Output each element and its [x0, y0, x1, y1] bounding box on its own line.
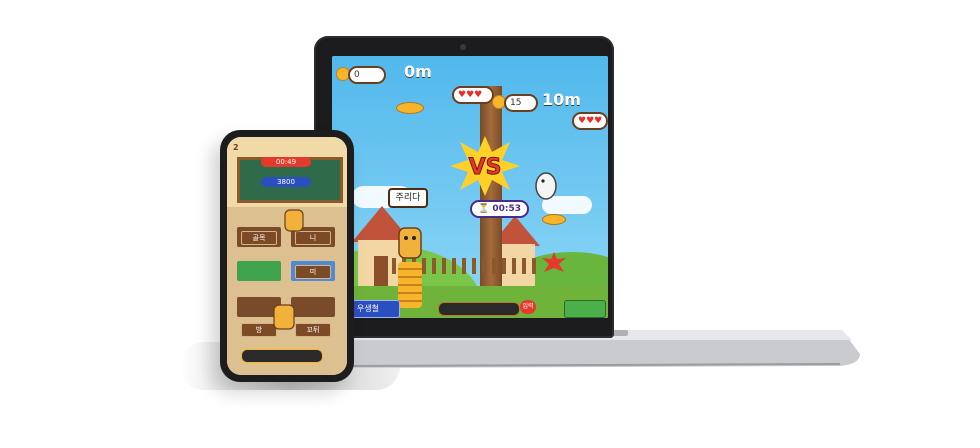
- vs-burst: VS: [450, 136, 520, 196]
- timer-text: 00:53: [492, 204, 522, 214]
- phone-game-screen[interactable]: 2 00:49 3800 골목 니 미 방 꼬뒤: [227, 137, 347, 375]
- p2-hearts: ♥♥♥: [572, 112, 608, 130]
- heart-icon: ♥♥♥: [458, 90, 483, 100]
- speech-bubble: 주리다: [388, 188, 428, 208]
- p2-distance: 10m: [542, 90, 581, 109]
- score-bottom-bar: 3800: [261, 177, 311, 187]
- opponent-red-item: [542, 252, 566, 272]
- coin-stack: [398, 262, 422, 308]
- round-timer: ⏳ 00:53: [470, 200, 530, 218]
- top-left-number: 2: [233, 143, 239, 152]
- desk: [291, 297, 335, 317]
- desk-label[interactable]: 골목: [241, 231, 277, 245]
- score-top-bar: 00:49: [261, 157, 311, 167]
- student-character: [273, 304, 295, 330]
- p1-hearts: ♥♥♥: [452, 86, 494, 104]
- player-character: [398, 227, 422, 259]
- p1-distance: 0m: [404, 62, 432, 81]
- opponent-bird: [535, 172, 557, 200]
- vs-label: VS: [469, 155, 502, 180]
- desk-label[interactable]: 미: [295, 265, 331, 279]
- p1-coin-count: 0: [348, 66, 386, 84]
- gold-coin-pile: [542, 214, 566, 225]
- student-character: [284, 209, 304, 232]
- laptop-camera: [460, 44, 466, 50]
- laptop-game-screen[interactable]: 0 0m ♥♥♥ 15 10m ♥♥♥ VS 주리다 ⏳ 00:53 우생철 입…: [332, 56, 608, 318]
- bottom-center-button[interactable]: 입력: [520, 300, 536, 314]
- progress-bar: [438, 302, 520, 316]
- desk-label[interactable]: 꼬뒤: [295, 323, 331, 337]
- hourglass-icon: ⏳: [478, 204, 490, 214]
- gold-coin-pile: [396, 102, 424, 114]
- heart-icon: ♥♥♥: [578, 116, 603, 126]
- p2-coin-count: 15: [504, 94, 538, 112]
- desk: [237, 261, 281, 281]
- bottom-right-button[interactable]: [564, 300, 606, 318]
- desk-label[interactable]: 니: [295, 231, 331, 245]
- phone-bottom-bar[interactable]: [241, 349, 323, 363]
